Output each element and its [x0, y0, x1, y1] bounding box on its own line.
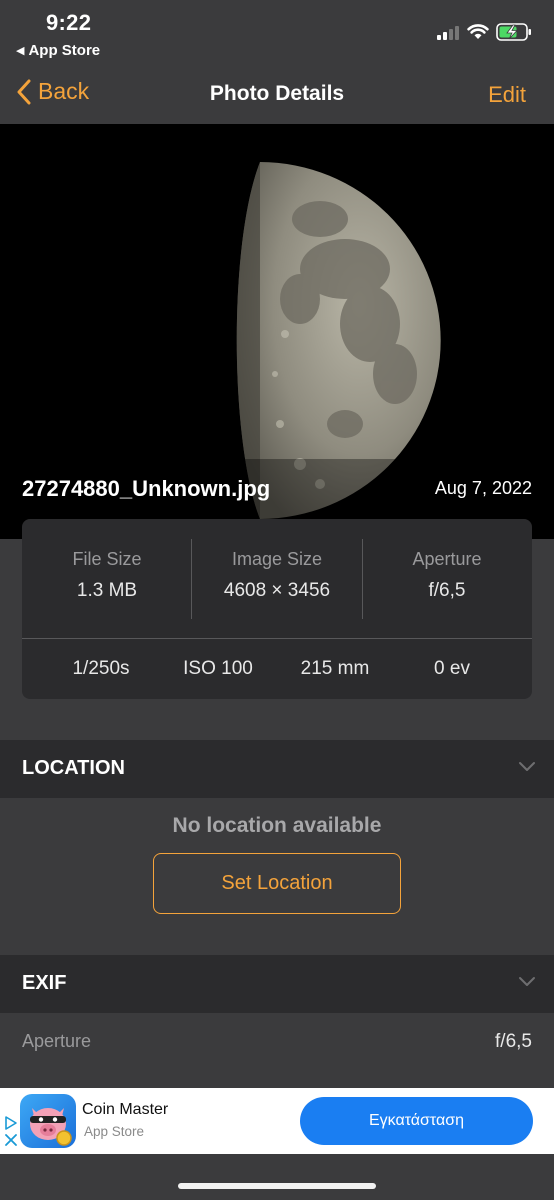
ad-store-name: App Store — [84, 1124, 145, 1139]
aperture-label: Aperture — [412, 549, 482, 569]
ad-app-name: Coin Master — [82, 1101, 169, 1118]
photo-info-card: File Size 1.3 MB Image Size 4608 × 3456 … — [22, 519, 532, 699]
page-title: Photo Details — [209, 82, 345, 105]
info-primary-row: File Size 1.3 MB Image Size 4608 × 3456 … — [22, 519, 532, 639]
location-header-title: LOCATION — [22, 757, 125, 779]
set-location-button[interactable]: Set Location — [153, 853, 401, 914]
battery-charging-icon — [496, 23, 531, 41]
photo-preview[interactable]: 27274880_Unknown.jpg Aug 7, 2022 — [0, 124, 554, 539]
exif-header-title: EXIF — [22, 972, 67, 994]
aperture-cell: Aperture f/6,5 — [362, 549, 532, 602]
cellular-signal-icon — [437, 24, 459, 40]
no-location-text: No location available — [172, 814, 382, 837]
install-button[interactable]: Εγκατάσταση — [300, 1097, 533, 1145]
file-size-value: 1.3 MB — [76, 580, 138, 601]
back-to-app-link[interactable]: ◀ App Store — [16, 42, 100, 59]
back-app-label: App Store — [28, 42, 101, 59]
exif-value: f/6,5 — [495, 1031, 532, 1052]
home-indicator[interactable] — [178, 1183, 376, 1189]
bottom-area — [0, 1154, 554, 1200]
navigation-bar: Back Photo Details Edit — [0, 68, 554, 124]
adchoices-icon[interactable] — [4, 1116, 18, 1148]
aperture-value: f/6,5 — [428, 580, 466, 601]
file-size-cell: File Size 1.3 MB — [22, 549, 192, 602]
focal-length-value: 215 mm — [300, 658, 370, 679]
photo-date: Aug 7, 2022 — [434, 478, 532, 498]
app-icon[interactable] — [20, 1094, 76, 1148]
info-secondary-row: 1/250s ISO 100 215 mm 0 ev — [22, 639, 532, 699]
location-section-header[interactable]: LOCATION — [0, 740, 554, 798]
exif-row: Aperture f/6,5 — [0, 1013, 554, 1073]
shutter-speed-value: 1/250s — [72, 658, 130, 679]
iso-value: ISO 100 — [183, 658, 253, 679]
file-size-label: File Size — [72, 549, 142, 569]
chevron-down-icon — [519, 977, 535, 986]
exif-section-header[interactable]: EXIF — [0, 955, 554, 1013]
exposure-bias-value: 0 ev — [434, 658, 470, 679]
back-triangle-icon: ◀ — [16, 45, 25, 57]
status-bar: 9:22 ◀ App Store — [0, 0, 554, 68]
image-size-value: 4608 × 3456 — [223, 580, 331, 601]
chevron-down-icon — [519, 762, 535, 771]
edit-button[interactable]: Edit — [488, 82, 526, 108]
image-size-cell: Image Size 4608 × 3456 — [192, 549, 362, 602]
status-time: 9:22 — [46, 10, 92, 35]
wifi-icon — [467, 24, 489, 39]
photo-filename: 27274880_Unknown.jpg — [22, 476, 271, 501]
exif-key: Aperture — [22, 1031, 92, 1051]
image-size-label: Image Size — [231, 549, 323, 569]
ad-banner[interactable]: Coin Master App Store Εγκατάσταση — [0, 1088, 554, 1154]
